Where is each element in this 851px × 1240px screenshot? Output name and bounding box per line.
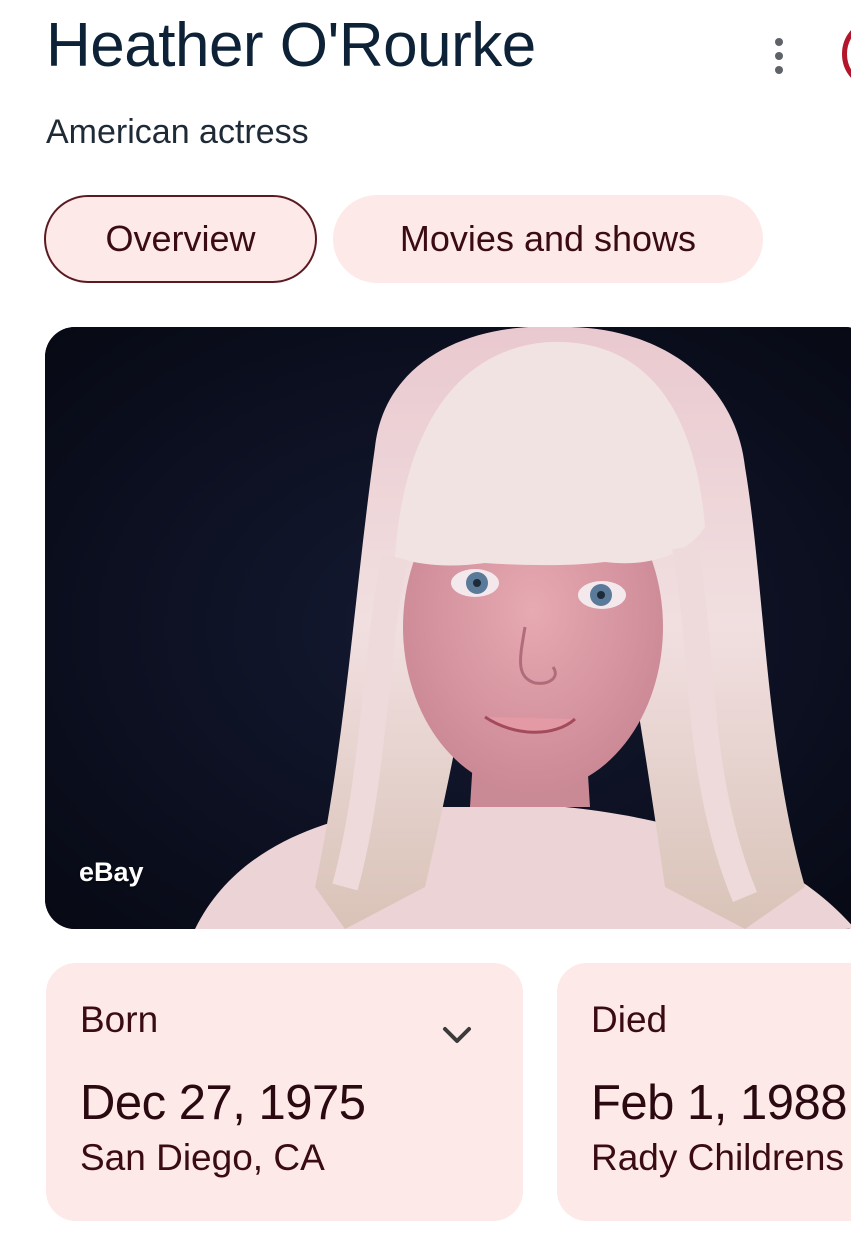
born-place: San Diego, CA [80,1137,325,1178]
more-options-button[interactable] [758,28,800,84]
tab-movies-and-shows[interactable]: Movies and shows [333,195,763,283]
more-vert-icon-dot [775,66,783,74]
image-source-label[interactable]: eBay [79,857,144,888]
died-card[interactable]: Died Feb 1, 1988 Rady Childrens [557,963,851,1221]
avatar[interactable] [842,18,851,90]
page-title: Heather O'Rourke [46,11,536,80]
chevron-down-icon[interactable] [437,1015,477,1055]
tab-overview[interactable]: Overview [44,195,317,283]
portrait-photo[interactable]: eBay [45,327,851,929]
born-date: Dec 27, 1975 [80,1076,366,1130]
page-subtitle: American actress [46,113,309,151]
died-place: Rady Childrens [591,1137,844,1178]
born-card[interactable]: Born Dec 27, 1975 San Diego, CA [46,963,523,1221]
born-label: Born [80,999,159,1040]
died-date: Feb 1, 1988 [591,1076,848,1130]
more-vert-icon-dot [775,52,783,60]
knowledge-panel: Heather O'Rourke American actress Overvi… [0,0,851,1240]
tab-bar: Overview Movies and shows [44,195,763,283]
portrait-illustration [45,327,851,929]
more-vert-icon [775,38,783,46]
died-label: Died [591,999,668,1040]
